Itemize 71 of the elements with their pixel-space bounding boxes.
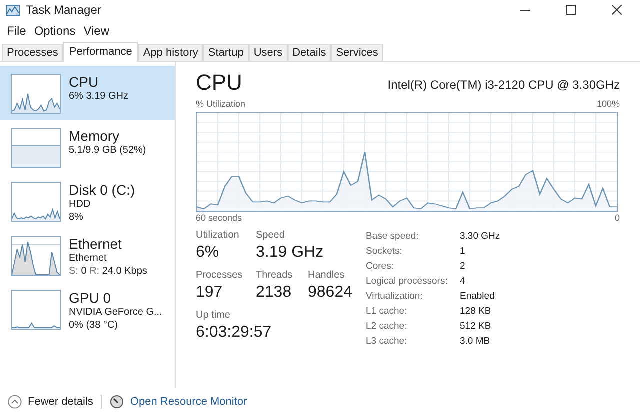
property-value: 4 [460, 275, 466, 289]
property-label: L1 cache: [366, 305, 408, 319]
stat-label: Up time [196, 309, 232, 323]
property-label: Cores: [366, 260, 395, 274]
gpu-graph-thumbnail [11, 290, 61, 330]
stat-label: Threads [256, 269, 294, 283]
item-detail: HDD [69, 198, 92, 211]
tab[interactable]: Users [248, 44, 288, 61]
stat-value: 6% [196, 243, 220, 263]
item-title: Memory [69, 128, 121, 144]
property-label: Base speed: [366, 230, 420, 244]
sidebar-item[interactable]: CPU 6% 3.19 GHz [0, 66, 175, 120]
close-icon [612, 5, 622, 15]
tab[interactable]: Details [288, 44, 332, 61]
cpu-model: Intel(R) Core(TM) i3-2120 CPU @ 3.30GHz [388, 77, 620, 94]
item-detail: NVIDIA GeForce G... [69, 306, 162, 319]
property-value: 128 KB [460, 305, 492, 319]
property-value: 2 [460, 260, 466, 274]
item-detail: 6% 3.19 GHz [69, 90, 128, 103]
stat-value: 6:03:29:57 [196, 323, 273, 343]
memory-graph-thumbnail [11, 128, 61, 168]
tab[interactable]: Performance [63, 42, 138, 62]
detail-title: CPU [196, 70, 242, 96]
stat-label: Processes [196, 269, 244, 283]
stat-value: 197 [196, 283, 224, 303]
item-detail: Ethernet [69, 252, 108, 265]
axis-label: 100% [596, 98, 620, 111]
property-value: 512 KB [460, 320, 492, 334]
item-detail: 8% [69, 211, 84, 224]
property-label: Sockets: [366, 245, 404, 259]
ethernet-graph-thumbnail [11, 236, 61, 276]
item-detail: S: 0 R: 24.0 Kbps [69, 265, 148, 278]
item-title: CPU [69, 74, 100, 90]
stat-value: 98624 [308, 283, 354, 303]
menu-item[interactable]: Options [31, 22, 79, 40]
menu-item[interactable]: View [80, 22, 112, 40]
tab[interactable]: App history [138, 44, 204, 61]
stat-label: Handles [308, 269, 346, 283]
app-icon [6, 4, 20, 16]
property-label: L2 cache: [366, 320, 408, 334]
axis-label: 0 [614, 212, 620, 224]
stat-value: 2138 [256, 283, 293, 303]
item-title: Ethernet [69, 236, 123, 252]
item-detail: 5.1/9.9 GB (52%) [69, 144, 146, 157]
axis-label: % Utilization [196, 98, 246, 111]
fewer-details-button[interactable]: Fewer details [28, 394, 94, 410]
property-label: Logical processors: [366, 275, 448, 289]
property-value: Enabled [460, 290, 496, 304]
item-detail: 0% (38 °C) [69, 319, 120, 332]
cpu-graph-thumbnail [11, 74, 61, 114]
tab[interactable]: Processes [2, 44, 64, 61]
property-value: 1 [460, 245, 466, 259]
item-title: GPU 0 [69, 290, 112, 306]
maximize-icon [566, 5, 576, 15]
tab[interactable]: Services [331, 44, 384, 61]
window-title: Task Manager [26, 2, 102, 19]
property-value: 3.0 MB [460, 335, 492, 349]
stat-label: Speed [256, 229, 286, 243]
chevron-up-icon [8, 395, 22, 409]
axis-label: 60 seconds [196, 212, 242, 224]
stat-label: Utilization [196, 229, 240, 243]
item-title: Disk 0 (C:) [69, 182, 136, 198]
stat-value: 3.19 GHz [256, 243, 325, 263]
property-label: Virtualization: [366, 290, 424, 304]
tab[interactable]: Startup [203, 44, 249, 61]
gauge-icon [110, 395, 124, 409]
menu-item[interactable]: File [4, 22, 30, 40]
resource-monitor-link[interactable]: Open Resource Monitor [130, 394, 248, 410]
property-label: L3 cache: [366, 335, 408, 349]
disk-graph-thumbnail [11, 182, 61, 222]
property-value: 3.30 GHz [460, 230, 500, 244]
